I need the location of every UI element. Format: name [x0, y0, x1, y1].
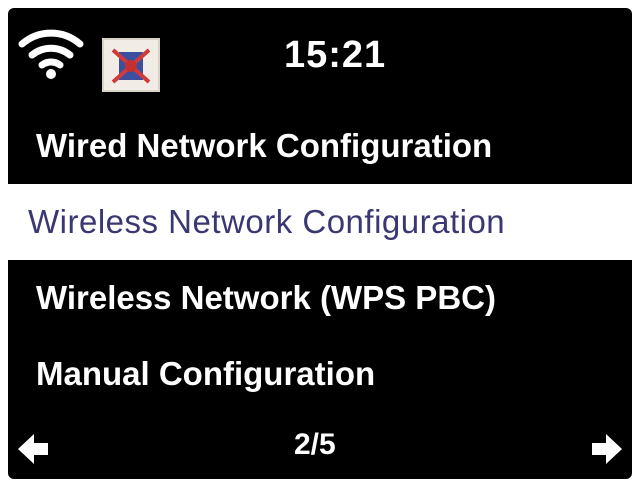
- app-logo-icon: [102, 38, 160, 92]
- menu-item-label: Wireless Network Configuration: [28, 203, 506, 240]
- clock-time: 15:21: [284, 34, 387, 76]
- menu-item-manual-configuration[interactable]: Manual Configuration: [8, 336, 632, 412]
- menu-item-label: Manual Configuration: [36, 355, 376, 392]
- arrow-right-icon[interactable]: [590, 432, 624, 471]
- menu-item-wireless-network-configuration[interactable]: Wireless Network Configuration: [8, 184, 632, 260]
- menu-item-label: Wired Network Configuration: [36, 127, 493, 164]
- menu-item-label: Wireless Network (WPS PBC): [36, 279, 496, 316]
- menu-item-wireless-network-wps-pbc[interactable]: Wireless Network (WPS PBC): [8, 260, 632, 336]
- page-navigation: 2/5: [8, 418, 632, 479]
- page-indicator: 2/5: [294, 428, 336, 461]
- status-bar: 15:21: [8, 8, 632, 108]
- network-menu: Wired Network Configuration Wireless Net…: [8, 108, 632, 412]
- menu-item-wired-network-configuration[interactable]: Wired Network Configuration: [8, 108, 632, 184]
- device-screen: 15:21 Wired Network Configuration Wirele…: [8, 8, 632, 479]
- wifi-icon: [18, 24, 84, 80]
- arrow-left-icon[interactable]: [16, 432, 50, 471]
